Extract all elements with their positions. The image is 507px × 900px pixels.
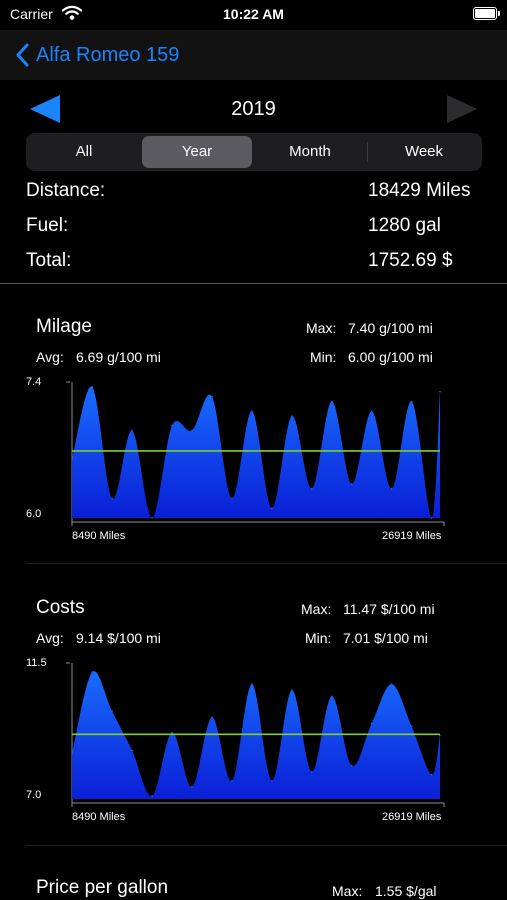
summary-fuel-row: Fuel: 1280 gal — [26, 215, 482, 245]
chart-area-series — [72, 386, 440, 518]
chart-data-point — [131, 749, 133, 752]
chart-data-point — [311, 488, 313, 490]
segment-month[interactable]: Month — [255, 136, 365, 168]
year-selector: 2019 — [0, 88, 507, 130]
chart-data-point — [231, 497, 233, 500]
period-segmented-control: All Year Month Week — [26, 133, 482, 171]
chart-data-point — [211, 716, 213, 719]
divider — [26, 845, 507, 846]
chart-data-point — [151, 517, 153, 519]
chart-data-point — [251, 683, 253, 685]
chart-data-point — [410, 725, 413, 728]
chart-data-point — [370, 722, 373, 725]
year-label: 2019 — [231, 98, 276, 120]
chart-data-point — [131, 429, 133, 432]
chart-data-point — [171, 424, 173, 427]
milage-min-label: Min: — [310, 349, 337, 365]
chart-data-point — [330, 400, 333, 403]
chart-data-point — [211, 395, 213, 398]
chart-data-point — [291, 689, 293, 691]
y-axis-bottom-label: 7.0 — [26, 789, 42, 801]
summary-value: 1752.69 $ — [368, 250, 453, 271]
battery-icon — [473, 7, 500, 20]
costs-avg-value: 9.14 $/100 mi — [76, 630, 161, 646]
segment-year[interactable]: Year — [142, 136, 252, 168]
milage-max-value: 7.40 g/100 mi — [348, 320, 433, 336]
chart-data-point — [71, 752, 73, 755]
price-title: Price per gallon — [36, 877, 169, 898]
chart-data-point — [350, 764, 353, 767]
milage-chart — [66, 381, 445, 526]
summary-label: Distance: — [26, 180, 106, 201]
chart-data-point — [191, 429, 193, 432]
segment-all[interactable]: All — [29, 136, 139, 168]
y-axis-top-label: 7.4 — [26, 376, 42, 388]
chart-data-point — [231, 780, 233, 782]
costs-title: Costs — [36, 597, 85, 618]
x-axis-start-label: 8490 Miles — [72, 530, 126, 542]
segment-week[interactable]: Week — [369, 136, 479, 168]
clock: 10:22 AM — [223, 6, 284, 22]
divider — [26, 563, 507, 564]
chart-data-point — [430, 774, 433, 776]
chart-data-point — [291, 415, 293, 417]
milage-title: Milage — [36, 316, 92, 337]
milage-max-label: Max: — [306, 320, 337, 336]
chart-data-point — [191, 786, 193, 788]
costs-min-label: Min: — [305, 630, 332, 646]
chart-data-point — [111, 497, 113, 500]
chart-data-point — [410, 400, 413, 403]
costs-chart — [66, 662, 445, 807]
chart-data-point — [311, 771, 313, 773]
chart-data-point — [350, 483, 353, 485]
chart-data-point — [430, 517, 433, 519]
triangle-right-icon — [447, 95, 477, 123]
milage-avg-value: 6.69 g/100 mi — [76, 349, 161, 365]
chart-data-point — [71, 458, 73, 461]
milage-avg-label: Avg: — [36, 349, 64, 365]
summary-total-row: Total: 1752.69 $ — [26, 250, 482, 280]
next-year-button[interactable] — [445, 93, 479, 130]
x-axis-start-label: 8490 Miles — [72, 811, 126, 823]
navigation-bar: Alfa Romeo 159 — [0, 30, 507, 80]
chart-data-point — [251, 410, 253, 412]
costs-max-label: Max: — [301, 601, 332, 617]
chart-data-point — [390, 683, 393, 685]
chart-data-point — [111, 710, 113, 713]
y-axis-top-label: 11.5 — [26, 657, 47, 669]
costs-avg-label: Avg: — [36, 630, 64, 646]
summary-label: Fuel: — [26, 215, 69, 236]
costs-min-value: 7.01 $/100 mi — [343, 630, 428, 646]
summary-value: 1280 gal — [368, 215, 441, 236]
back-button[interactable]: Alfa Romeo 159 — [14, 38, 179, 72]
segment-divider — [367, 142, 368, 162]
back-button-label: Alfa Romeo 159 — [36, 43, 180, 66]
chart-data-point — [390, 488, 393, 490]
chart-data-point — [370, 410, 373, 412]
costs-max-value: 11.47 $/100 mi — [343, 601, 435, 617]
milage-min-value: 6.00 g/100 mi — [348, 349, 433, 365]
chart-data-point — [271, 780, 273, 782]
chart-data-point — [151, 795, 153, 797]
price-max-label: Max: — [332, 883, 363, 899]
summary-value: 18429 Miles — [368, 180, 471, 201]
chart-data-point — [171, 731, 173, 734]
chart-data-point — [91, 386, 93, 388]
chevron-left-icon — [16, 43, 29, 67]
divider — [0, 283, 507, 284]
summary-label: Total: — [26, 250, 72, 271]
y-axis-bottom-label: 6.0 — [26, 508, 42, 520]
chart-data-point — [271, 507, 273, 510]
chart-data-point — [91, 671, 93, 673]
status-bar: Carrier 10:22 AM — [0, 0, 507, 30]
chart-data-point — [439, 390, 441, 393]
chart-data-point — [330, 695, 333, 698]
x-axis-end-label: 26919 Miles — [382, 811, 442, 823]
summary-distance-row: Distance: 18429 Miles — [26, 180, 482, 210]
x-axis-end-label: 26919 Miles — [382, 530, 442, 542]
price-max-value: 1.55 $/gal — [375, 883, 437, 899]
